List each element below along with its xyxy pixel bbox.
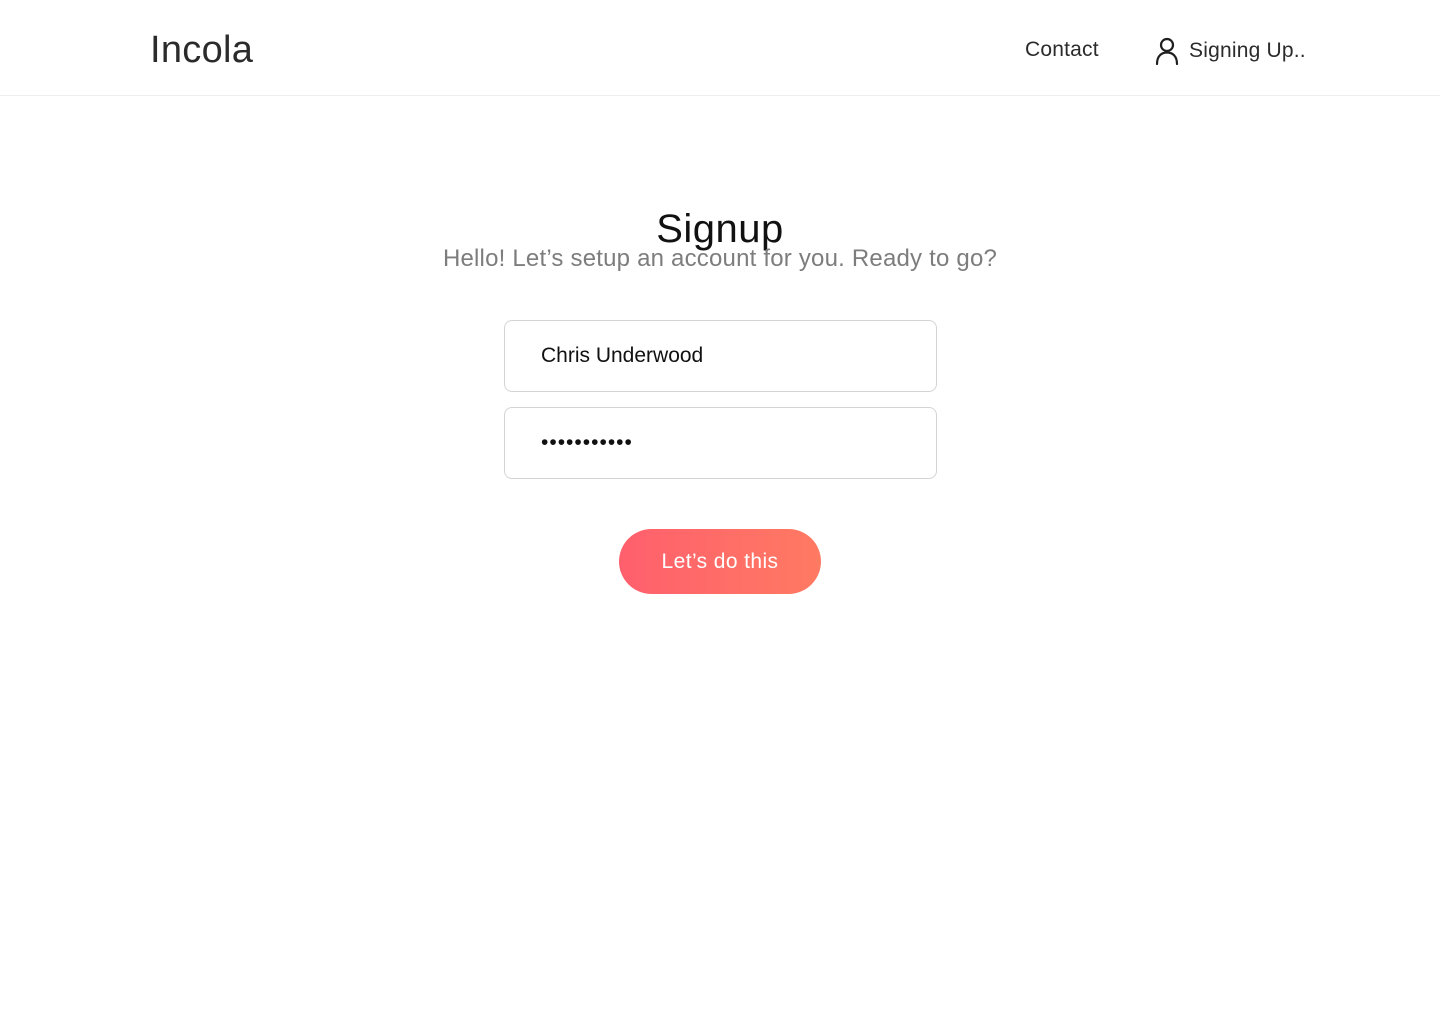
- name-input[interactable]: [504, 320, 937, 392]
- signup-page: Incola Contact Signing Up.. Signup Hello…: [0, 0, 1440, 1024]
- user-icon: [1155, 37, 1179, 66]
- page-subtitle: Hello! Let’s setup an account for you. R…: [442, 245, 998, 272]
- user-status-label: Signing Up..: [1189, 39, 1306, 62]
- brand-logo[interactable]: Incola: [150, 28, 253, 72]
- submit-signup-button[interactable]: Let’s do this: [619, 529, 821, 594]
- user-status-menu[interactable]: Signing Up..: [1155, 36, 1306, 66]
- top-nav-bar: Incola Contact Signing Up..: [0, 0, 1440, 96]
- nav-contact-link[interactable]: Contact: [1025, 37, 1099, 63]
- password-input[interactable]: [504, 407, 937, 479]
